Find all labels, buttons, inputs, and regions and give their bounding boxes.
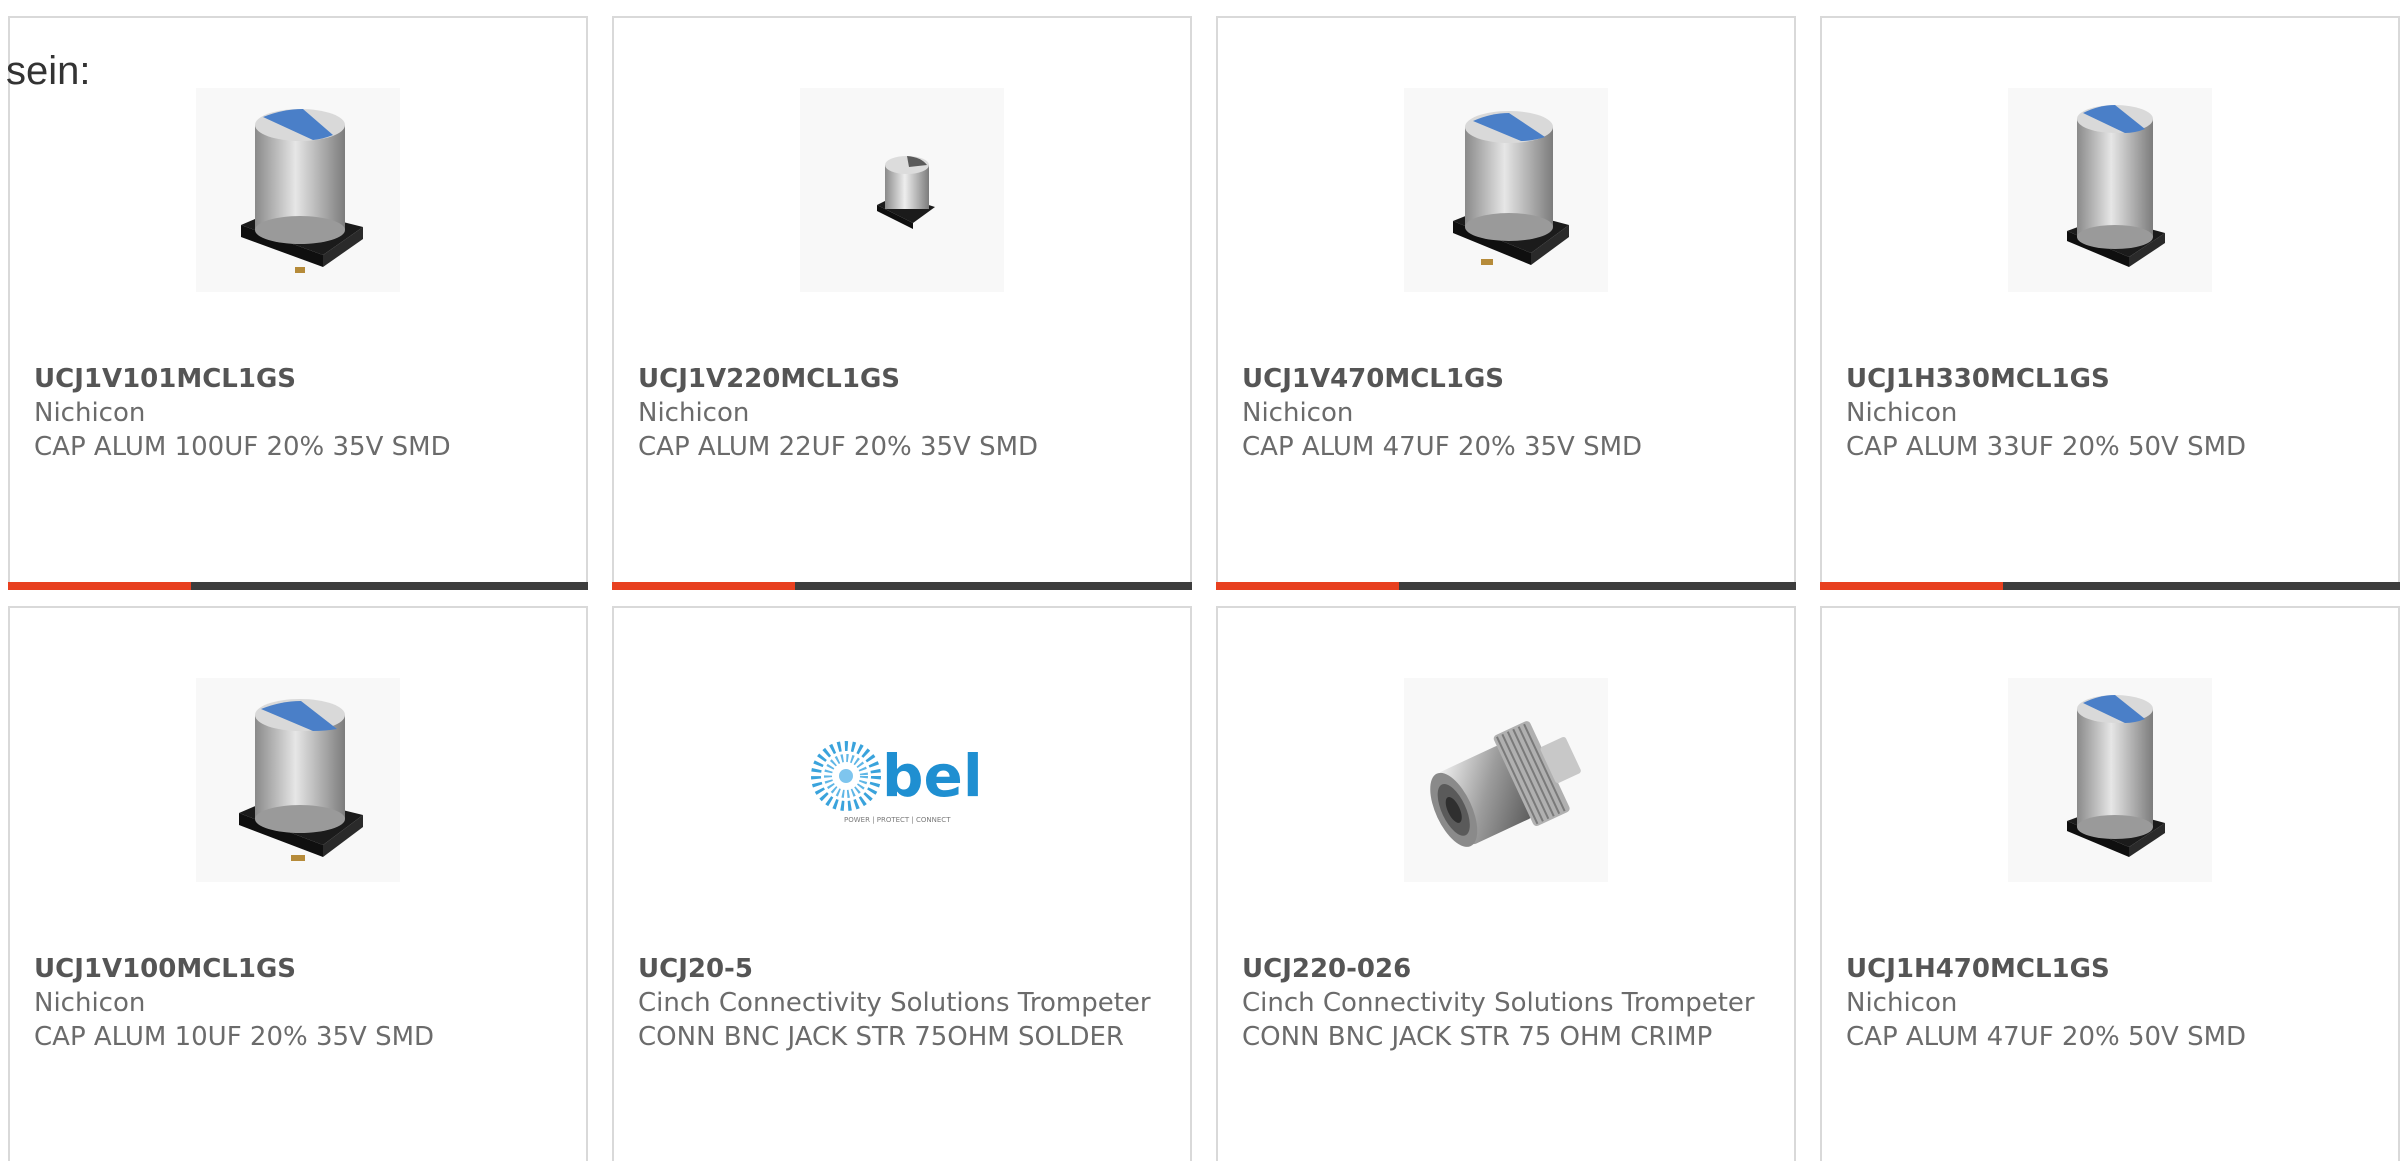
smd-capacitor-icon (239, 699, 363, 861)
card-bottom-bar (1216, 582, 1796, 590)
manufacturer: Nichicon (1242, 398, 1354, 428)
product-card[interactable]: UCJ1V101MCL1GS Nichicon CAP ALUM 100UF 2… (8, 16, 588, 590)
part-number[interactable]: UCJ1V101MCL1GS (34, 362, 562, 396)
smd-capacitor-small-icon (877, 156, 935, 229)
part-number[interactable]: UCJ1V100MCL1GS (34, 952, 562, 986)
manufacturer: Nichicon (34, 398, 146, 428)
card-bottom-bar (1820, 582, 2400, 590)
product-card[interactable]: UCJ1V220MCL1GS Nichicon CAP ALUM 22UF 20… (612, 16, 1192, 590)
smd-capacitor-icon (241, 109, 363, 273)
product-image[interactable] (196, 88, 400, 292)
card-bottom-bar (612, 582, 1192, 590)
card-accent-bar (8, 582, 191, 590)
product-info: UCJ1V220MCL1GS Nichicon CAP ALUM 22UF 20… (638, 362, 1166, 464)
smd-capacitor-tall-icon (2067, 695, 2165, 857)
manufacturer: Nichicon (638, 398, 750, 428)
manufacturer: Nichicon (1846, 988, 1958, 1018)
description: CONN BNC JACK STR 75 OHM CRIMP (1242, 1022, 1713, 1052)
product-info: UCJ220-026 Cinch Connectivity Solutions … (1242, 952, 1770, 1054)
product-card[interactable]: UCJ1H470MCL1GS Nichicon CAP ALUM 47UF 20… (1820, 606, 2400, 1161)
card-accent-bar (1216, 582, 1399, 590)
bel-wordmark: bel (882, 742, 983, 810)
product-card[interactable]: UCJ220-026 Cinch Connectivity Solutions … (1216, 606, 1796, 1161)
card-accent-bar (1820, 582, 2003, 590)
description: CAP ALUM 10UF 20% 35V SMD (34, 1022, 435, 1052)
product-info: UCJ1H470MCL1GS Nichicon CAP ALUM 47UF 20… (1846, 952, 2374, 1054)
description: CAP ALUM 100UF 20% 35V SMD (34, 432, 451, 462)
product-info: UCJ1V470MCL1GS Nichicon CAP ALUM 47UF 20… (1242, 362, 1770, 464)
product-info: UCJ1V100MCL1GS Nichicon CAP ALUM 10UF 20… (34, 952, 562, 1054)
bel-logo: bel POWER | PROTECT | CONNECT (811, 741, 983, 824)
product-image[interactable] (196, 678, 400, 882)
card-accent-bar (612, 582, 795, 590)
product-card[interactable]: UCJ1V100MCL1GS Nichicon CAP ALUM 10UF 20… (8, 606, 588, 1161)
part-number[interactable]: UCJ1H470MCL1GS (1846, 952, 2374, 986)
smd-capacitor-icon (1453, 111, 1569, 265)
manufacturer: Nichicon (34, 988, 146, 1018)
product-image[interactable] (2008, 678, 2212, 882)
description: CONN BNC JACK STR 75OHM SOLDER (638, 1022, 1124, 1052)
product-grid-page: sein: UCJ1V101MCL1GS Nichicon CAP ALUM 1… (0, 0, 2400, 1161)
manufacturer: Cinch Connectivity Solutions Trompeter (1242, 988, 1755, 1018)
manufacturer: Cinch Connectivity Solutions Trompeter (638, 988, 1151, 1018)
smd-capacitor-tall-icon (2067, 105, 2165, 267)
description: CAP ALUM 47UF 20% 35V SMD (1242, 432, 1643, 462)
bel-tagline: POWER | PROTECT | CONNECT (844, 816, 951, 824)
part-number[interactable]: UCJ1V220MCL1GS (638, 362, 1166, 396)
section-heading: sein: (6, 49, 91, 93)
product-image[interactable] (1404, 678, 1608, 882)
product-info: UCJ1H330MCL1GS Nichicon CAP ALUM 33UF 20… (1846, 362, 2374, 464)
product-info: UCJ1V101MCL1GS Nichicon CAP ALUM 100UF 2… (34, 362, 562, 464)
bnc-connector-icon (1430, 721, 1581, 847)
product-image[interactable] (1404, 88, 1608, 292)
description: CAP ALUM 47UF 20% 50V SMD (1846, 1022, 2247, 1052)
product-card[interactable]: bel POWER | PROTECT | CONNECT UCJ20-5 Ci… (612, 606, 1192, 1161)
product-card[interactable]: UCJ1V470MCL1GS Nichicon CAP ALUM 47UF 20… (1216, 16, 1796, 590)
product-image[interactable] (2008, 88, 2212, 292)
product-card[interactable]: UCJ1H330MCL1GS Nichicon CAP ALUM 33UF 20… (1820, 16, 2400, 590)
part-number[interactable]: UCJ1H330MCL1GS (1846, 362, 2374, 396)
part-number[interactable]: UCJ220-026 (1242, 952, 1770, 986)
card-bottom-bar (8, 582, 588, 590)
description: CAP ALUM 33UF 20% 50V SMD (1846, 432, 2247, 462)
product-image[interactable]: bel POWER | PROTECT | CONNECT (800, 678, 1004, 882)
manufacturer: Nichicon (1846, 398, 1958, 428)
description: CAP ALUM 22UF 20% 35V SMD (638, 432, 1039, 462)
product-info: UCJ20-5 Cinch Connectivity Solutions Tro… (638, 952, 1166, 1054)
part-number[interactable]: UCJ1V470MCL1GS (1242, 362, 1770, 396)
product-image[interactable] (800, 88, 1004, 292)
part-number[interactable]: UCJ20-5 (638, 952, 1166, 986)
